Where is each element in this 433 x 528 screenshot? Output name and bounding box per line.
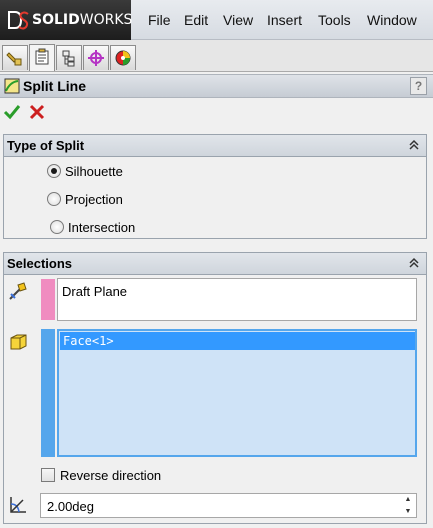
tab-dimxpert-manager[interactable] <box>83 45 109 70</box>
pink-color-bar <box>41 279 55 320</box>
radio-label: Intersection <box>68 219 136 235</box>
type-of-split-header[interactable]: Type of Split <box>4 135 426 157</box>
angle-icon <box>10 497 26 513</box>
tab-feature-manager[interactable] <box>2 45 28 70</box>
radio-silhouette[interactable]: Silhouette <box>47 162 123 180</box>
reverse-direction-label: Reverse direction <box>60 467 162 483</box>
type-of-split-title: Type of Split <box>7 138 85 153</box>
radio-label: Silhouette <box>65 163 123 179</box>
radio-button[interactable] <box>47 192 61 206</box>
face-icon <box>10 334 27 350</box>
list-item[interactable]: Face<1> <box>60 332 415 350</box>
configuration-manager-icon <box>62 50 75 67</box>
radio-intersection[interactable]: Intersection <box>50 218 135 236</box>
dimxpert-icon <box>88 50 104 66</box>
display-manager-icon <box>115 50 131 66</box>
property-manager-title-bar: Split Line ? <box>0 74 433 98</box>
brand-name: SOLIDWORKS <box>32 12 133 28</box>
selections-header[interactable]: Selections <box>4 253 426 275</box>
property-manager-icon <box>35 48 49 65</box>
collapse-chevron-icon[interactable] <box>408 139 420 151</box>
direction-of-pull-icon <box>9 282 27 300</box>
help-button[interactable]: ? <box>410 77 427 95</box>
reverse-direction-row[interactable]: Reverse direction <box>41 466 161 484</box>
manager-tab-strip <box>0 40 433 72</box>
ok-check-icon[interactable] <box>3 103 21 121</box>
solidworks-logo[interactable]: SOLIDWORKS <box>0 0 133 40</box>
menu-bar: SOLIDWORKS File Edit View Insert Tools W… <box>0 0 433 40</box>
menu-view[interactable]: View <box>223 12 253 28</box>
radio-button[interactable] <box>50 220 64 234</box>
draft-angle-spinbox[interactable]: 2.00deg ▲ ▼ <box>40 493 417 518</box>
faces-list[interactable]: Face<1> <box>57 329 417 457</box>
collapse-chevron-icon[interactable] <box>408 257 420 269</box>
radio-button-checked[interactable] <box>47 164 61 178</box>
spin-down-icon[interactable]: ▼ <box>400 506 416 517</box>
cancel-x-icon[interactable] <box>28 103 46 121</box>
direction-field[interactable]: Draft Plane <box>57 278 417 321</box>
tab-configuration-manager[interactable] <box>56 45 82 70</box>
reverse-direction-checkbox[interactable] <box>41 468 55 482</box>
ds-logo-icon <box>8 11 29 30</box>
tab-display-manager[interactable] <box>110 45 136 70</box>
split-line-icon <box>4 78 20 94</box>
draft-angle-value: 2.00deg <box>47 499 94 514</box>
panel-title: Split Line <box>23 78 86 94</box>
menu-file[interactable]: File <box>148 12 171 28</box>
direction-field-text: Draft Plane <box>62 284 128 299</box>
selections-title: Selections <box>7 256 73 271</box>
radio-projection[interactable]: Projection <box>47 190 123 208</box>
menu-tools[interactable]: Tools <box>318 12 351 28</box>
spin-up-icon[interactable]: ▲ <box>400 494 416 505</box>
blue-color-bar <box>41 329 55 457</box>
menu-window[interactable]: Window <box>367 12 417 28</box>
menu-edit[interactable]: Edit <box>184 12 208 28</box>
menu-insert[interactable]: Insert <box>267 12 302 28</box>
tab-property-manager[interactable] <box>29 44 55 71</box>
radio-label: Projection <box>65 191 123 207</box>
feature-manager-icon <box>6 52 22 66</box>
